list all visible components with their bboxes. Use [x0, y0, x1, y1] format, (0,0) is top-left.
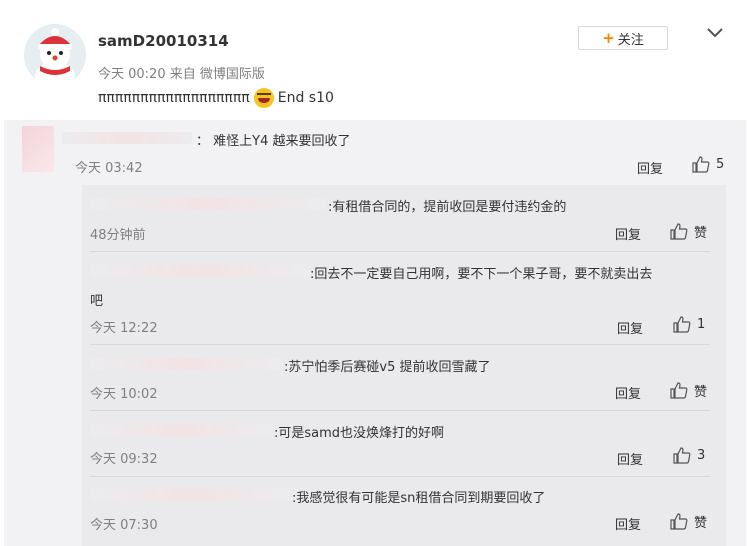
commenter-avatar[interactable] [22, 126, 54, 172]
reply-like-label: 赞 [694, 226, 708, 241]
post-content: ππππππππππππππππππ End s10 [98, 88, 334, 108]
thumbs-up-icon [673, 447, 691, 464]
reply-like-count: 3 [697, 448, 706, 463]
reply-like-button[interactable]: 赞 [670, 222, 707, 241]
reply-author-blurred[interactable] [90, 198, 326, 210]
reply-reply-button[interactable]: 回复 [617, 318, 643, 337]
thumbs-up-icon [670, 223, 688, 240]
reply-reply-button[interactable]: 回复 [615, 383, 641, 402]
reply-author-blurred[interactable] [90, 358, 282, 370]
reply-time: 今天 10:02 [90, 387, 158, 402]
laughing-tears-emoji-icon [253, 88, 274, 108]
comment-like-count: 5 [716, 157, 725, 172]
reply-text: :回去不一定要自己用啊，要不下一个果子哥，要不就卖出去 [310, 267, 653, 282]
divider [90, 251, 710, 252]
thumbs-up-icon [670, 513, 688, 530]
reply-text: :可是samd也没焕烽打的好啊 [274, 426, 445, 441]
thumbs-up-icon [670, 382, 688, 399]
follow-label: 关注 [617, 32, 644, 48]
chevron-down-icon[interactable] [706, 26, 724, 40]
reply-time: 48分钟前 [90, 228, 146, 243]
reply-author-blurred[interactable] [90, 489, 290, 501]
snowman-avatar-icon [24, 24, 86, 86]
username[interactable]: samD20010314 [98, 32, 229, 50]
reply-like-label: 赞 [694, 385, 708, 400]
post-text: ππππππππππππππππππ [98, 90, 250, 106]
reply-like-button[interactable]: 赞 [670, 512, 707, 531]
divider [90, 476, 710, 477]
post-text-end: End s10 [277, 90, 334, 106]
comment-time: 今天 03:42 [75, 161, 143, 176]
commenter-name-blurred[interactable] [62, 132, 192, 144]
comment-text: ： 难怪上Y4 越来要回收了 [196, 134, 351, 149]
reply-reply-button[interactable]: 回复 [615, 224, 641, 243]
reply-reply-button[interactable]: 回复 [615, 514, 641, 533]
divider [90, 410, 710, 411]
thumbs-up-icon [692, 156, 710, 173]
reply-like-label: 赞 [694, 516, 708, 531]
reply-like-button[interactable]: 赞 [670, 381, 707, 400]
reply-like-button[interactable]: 1 [673, 316, 705, 333]
follow-button[interactable]: + 关注 [578, 26, 668, 50]
reply-reply-button[interactable]: 回复 [617, 449, 643, 468]
reply-text: :我感觉很有可能是sn租借合同到期要回收了 [292, 491, 546, 506]
reply-text-wrap: 吧 [90, 294, 104, 309]
comment-like-button[interactable]: 5 [692, 156, 724, 173]
plus-icon: + [602, 29, 615, 47]
reply-time: 今天 12:22 [90, 321, 158, 336]
divider [90, 344, 710, 345]
reply-author-blurred[interactable] [90, 265, 310, 277]
post-meta: 今天 00:20 来自 微博国际版 [98, 67, 265, 82]
reply-text: :有租借合同的，提前收回是要付违约金的 [328, 200, 567, 215]
reply-author-blurred[interactable] [90, 424, 272, 436]
reply-time: 今天 09:32 [90, 452, 158, 467]
reply-text: :苏宁怕季后赛碰v5 提前收回雪藏了 [284, 360, 491, 375]
reply-like-button[interactable]: 3 [673, 447, 705, 464]
comment-reply-button[interactable]: 回复 [637, 158, 663, 177]
reply-time: 今天 07:30 [90, 518, 158, 533]
user-avatar[interactable] [24, 24, 86, 86]
reply-like-count: 1 [697, 317, 706, 332]
thumbs-up-icon [673, 316, 691, 333]
